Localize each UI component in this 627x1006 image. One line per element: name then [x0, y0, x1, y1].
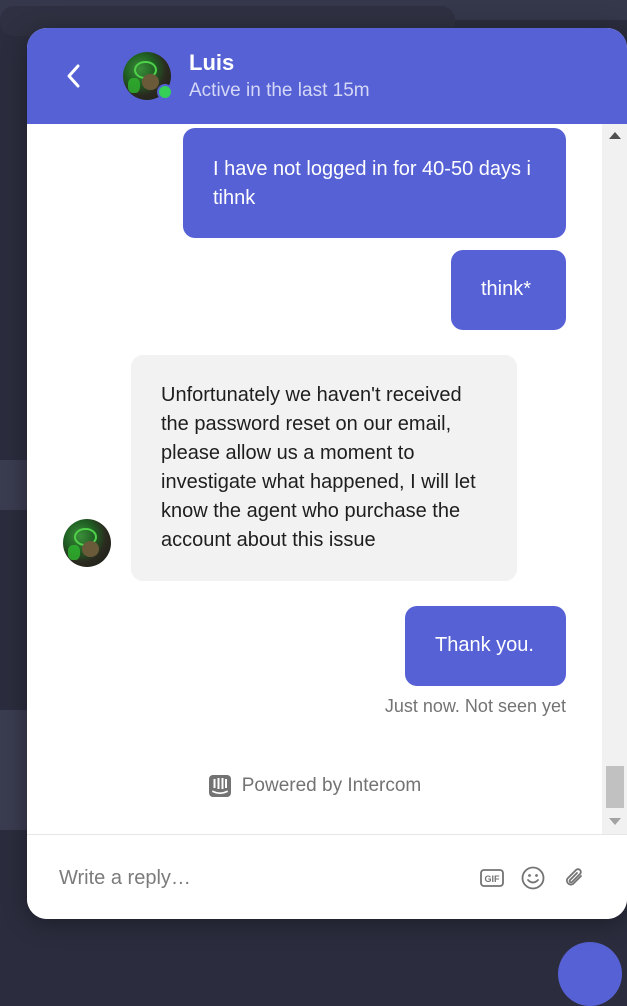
reply-composer: GIF	[27, 834, 627, 919]
scrollbar-thumb[interactable]	[606, 766, 624, 808]
user-message-bubble: I have not logged in for 40-50 days i ti…	[183, 128, 566, 238]
background-block	[0, 710, 30, 830]
emoji-icon	[521, 866, 545, 890]
chevron-left-icon	[67, 64, 80, 88]
gif-icon: GIF	[480, 869, 504, 887]
emoji-button[interactable]	[520, 865, 546, 891]
reply-input[interactable]	[57, 859, 441, 897]
back-button[interactable]	[57, 56, 91, 96]
agent-name: Luis	[189, 50, 235, 75]
message-list: I have not logged in for 40-50 days i ti…	[27, 124, 627, 834]
agent-message-bubble: Unfortunately we haven't received the pa…	[131, 355, 517, 581]
user-message-bubble: think*	[451, 250, 566, 330]
read-receipt: Just now. Not seen yet	[384, 696, 566, 716]
message-list-scrollbar[interactable]	[602, 124, 627, 834]
scroll-up-arrow[interactable]	[609, 132, 621, 139]
conversation-header: Luis Active in the last 15m	[27, 28, 627, 124]
powered-by-intercom-link[interactable]: Powered by Intercom	[27, 774, 602, 798]
user-message-bubble: Thank you.	[405, 606, 566, 686]
messenger-launcher-button[interactable]	[558, 942, 622, 1006]
intercom-logo-icon	[208, 775, 231, 797]
background-block	[0, 460, 30, 510]
paperclip-icon	[566, 868, 582, 886]
agent-status: Active in the last 15m	[189, 80, 370, 101]
attach-button[interactable]	[561, 865, 587, 891]
scroll-down-arrow[interactable]	[609, 818, 621, 825]
online-status-indicator	[157, 84, 173, 100]
gif-button[interactable]: GIF	[479, 865, 505, 891]
messenger-widget: Luis Active in the last 15m I have not l…	[27, 28, 627, 919]
agent-message-avatar	[63, 519, 111, 567]
gif-label: GIF	[485, 874, 501, 884]
powered-by-label: Powered by Intercom	[241, 775, 422, 796]
